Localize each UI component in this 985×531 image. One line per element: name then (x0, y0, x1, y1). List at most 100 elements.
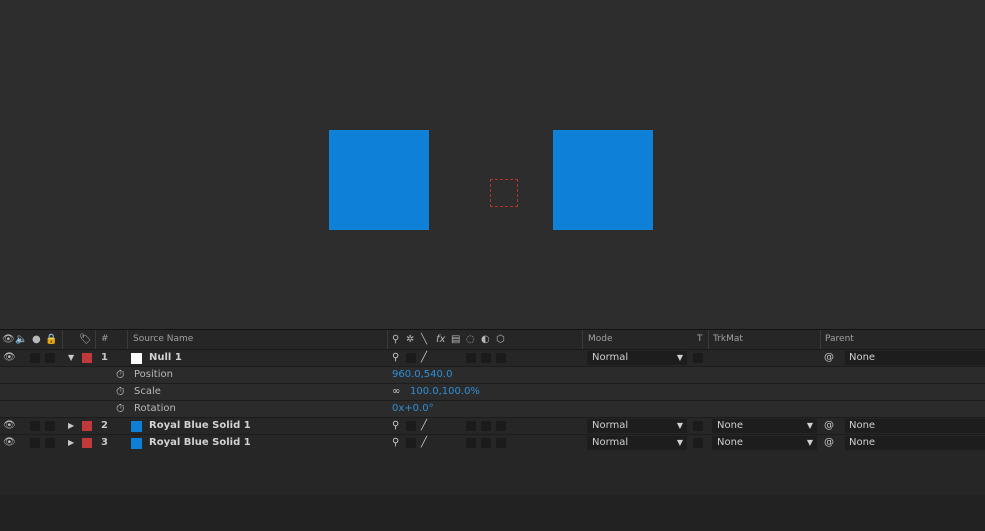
3d-toggle[interactable] (496, 421, 506, 431)
timeline-column-header: 👁 🔈 ● 🔒 🏷 # Source Name ⚲ ✲ ╲ fx ▤ ◌ ◐ ⬡… (0, 330, 985, 350)
parent-value: None (849, 420, 876, 431)
number-column-header[interactable]: # (101, 334, 109, 345)
frame-blend-icon[interactable]: ▤ (451, 334, 460, 345)
property-value[interactable]: 0x+0.0° (392, 401, 434, 417)
mode-dropdown[interactable]: Normal ▼ (587, 419, 687, 433)
layer-row-3[interactable]: 👁 ▶ 3 Royal Blue Solid 1 ⚲ ╱ Normal ▼ No… (0, 435, 985, 452)
layer-name[interactable]: Royal Blue Solid 1 (149, 418, 251, 434)
3d-toggle[interactable] (496, 438, 506, 448)
motion-blur-toggle[interactable] (466, 438, 476, 448)
3d-icon[interactable]: ⬡ (496, 334, 505, 345)
shy-icon[interactable]: ⚲ (392, 334, 399, 345)
stopwatch-icon[interactable]: ⏱ (116, 401, 125, 417)
collapse-toggle[interactable] (406, 353, 416, 363)
label-color-swatch[interactable] (82, 438, 92, 448)
pick-whip-icon[interactable]: @ (824, 350, 834, 366)
label-color-swatch[interactable] (82, 421, 92, 431)
solid-layer-left[interactable] (329, 130, 429, 230)
3d-toggle[interactable] (496, 353, 506, 363)
quality-icon[interactable]: ╱ (421, 350, 427, 366)
null-object-bounds[interactable] (490, 179, 518, 207)
pick-whip-icon[interactable]: @ (824, 435, 834, 451)
adjustment-toggle[interactable] (481, 421, 491, 431)
solo-toggle[interactable] (30, 438, 40, 448)
parent-dropdown[interactable]: None (845, 436, 985, 450)
parent-dropdown[interactable]: None (845, 419, 985, 433)
collapse-icon[interactable]: ✲ (406, 334, 414, 345)
solo-toggle[interactable] (30, 421, 40, 431)
mode-column-header[interactable]: Mode (588, 334, 613, 345)
motion-blur-toggle[interactable] (466, 353, 476, 363)
tag-icon[interactable]: 🏷 (79, 334, 92, 345)
solo-toggle[interactable] (30, 353, 40, 363)
twirl-right-icon[interactable]: ▶ (68, 435, 74, 451)
layer-color-swatch (131, 438, 142, 449)
source-name-column-header[interactable]: Source Name (133, 334, 193, 345)
layer-name[interactable]: Null 1 (149, 350, 182, 366)
fx-icon[interactable]: fx (436, 334, 445, 345)
pick-whip-icon[interactable]: @ (824, 418, 834, 434)
label-color-swatch[interactable] (82, 353, 92, 363)
timeline-empty-area[interactable] (0, 451, 985, 495)
collapse-toggle[interactable] (406, 438, 416, 448)
quality-icon[interactable]: ╲ (421, 334, 427, 345)
mode-dropdown[interactable]: Normal ▼ (587, 351, 687, 365)
chevron-down-icon: ▼ (806, 438, 813, 447)
mode-value: Normal (592, 437, 629, 448)
preserve-transparency-toggle[interactable] (693, 421, 703, 431)
property-row-position: ⏱ Position 960.0,540.0 (0, 367, 985, 384)
property-row-rotation: ⏱ Rotation 0x+0.0° (0, 401, 985, 418)
eye-icon[interactable]: 👁 (3, 350, 16, 366)
shy-icon[interactable]: ⚲ (392, 350, 399, 366)
solo-icon[interactable]: ● (32, 334, 41, 345)
parent-dropdown[interactable]: None (845, 351, 985, 365)
constrain-proportions-icon[interactable]: ∞ (392, 384, 400, 400)
trkmat-column-header[interactable]: TrkMat (713, 334, 743, 345)
property-name: Rotation (134, 403, 176, 414)
chevron-down-icon: ▼ (676, 438, 683, 447)
mode-dropdown[interactable]: Normal ▼ (587, 436, 687, 450)
parent-value: None (849, 352, 876, 363)
layer-row-2[interactable]: 👁 ▶ 2 Royal Blue Solid 1 ⚲ ╱ Normal ▼ No… (0, 418, 985, 435)
shy-icon[interactable]: ⚲ (392, 435, 399, 451)
preserve-transparency-toggle[interactable] (693, 353, 703, 363)
shy-icon[interactable]: ⚲ (392, 418, 399, 434)
layer-name[interactable]: Royal Blue Solid 1 (149, 435, 251, 451)
stopwatch-icon[interactable]: ⏱ (116, 367, 125, 383)
t-column-header[interactable]: T (697, 334, 703, 345)
adjustment-toggle[interactable] (481, 353, 491, 363)
lock-toggle[interactable] (45, 421, 55, 431)
collapse-toggle[interactable] (406, 421, 416, 431)
twirl-right-icon[interactable]: ▶ (68, 418, 74, 434)
speaker-icon[interactable]: 🔈 (15, 334, 27, 345)
motion-blur-toggle[interactable] (466, 421, 476, 431)
adjustment-toggle[interactable] (481, 438, 491, 448)
parent-column-header[interactable]: Parent (825, 334, 854, 345)
trkmat-dropdown[interactable]: None ▼ (712, 419, 817, 433)
solid-layer-right[interactable] (553, 130, 653, 230)
motion-blur-icon[interactable]: ◌ (466, 334, 475, 345)
layer-row-1[interactable]: 👁 ▼ 1 Null 1 ⚲ ╱ Normal ▼ @ None (0, 350, 985, 367)
quality-icon[interactable]: ╱ (421, 418, 427, 434)
eye-icon[interactable]: 👁 (3, 418, 16, 434)
trkmat-dropdown[interactable]: None ▼ (712, 436, 817, 450)
column-separator (582, 330, 583, 349)
property-name: Scale (134, 386, 161, 397)
trkmat-value: None (717, 420, 744, 431)
lock-icon[interactable]: 🔒 (45, 334, 57, 345)
adjustment-icon[interactable]: ◐ (481, 334, 490, 345)
preserve-transparency-toggle[interactable] (693, 438, 703, 448)
stopwatch-icon[interactable]: ⏱ (116, 384, 125, 400)
lock-toggle[interactable] (45, 438, 55, 448)
twirl-down-icon[interactable]: ▼ (68, 350, 74, 366)
column-separator (708, 330, 709, 349)
layer-number: 1 (101, 352, 108, 363)
chevron-down-icon: ▼ (676, 353, 683, 362)
quality-icon[interactable]: ╱ (421, 435, 427, 451)
property-value[interactable]: 960.0,540.0 (392, 367, 452, 383)
property-value[interactable]: 100.0,100.0% (410, 384, 480, 400)
eye-icon[interactable]: 👁 (3, 435, 16, 451)
composition-viewer[interactable] (0, 0, 985, 329)
eye-icon[interactable]: 👁 (2, 334, 15, 345)
lock-toggle[interactable] (45, 353, 55, 363)
